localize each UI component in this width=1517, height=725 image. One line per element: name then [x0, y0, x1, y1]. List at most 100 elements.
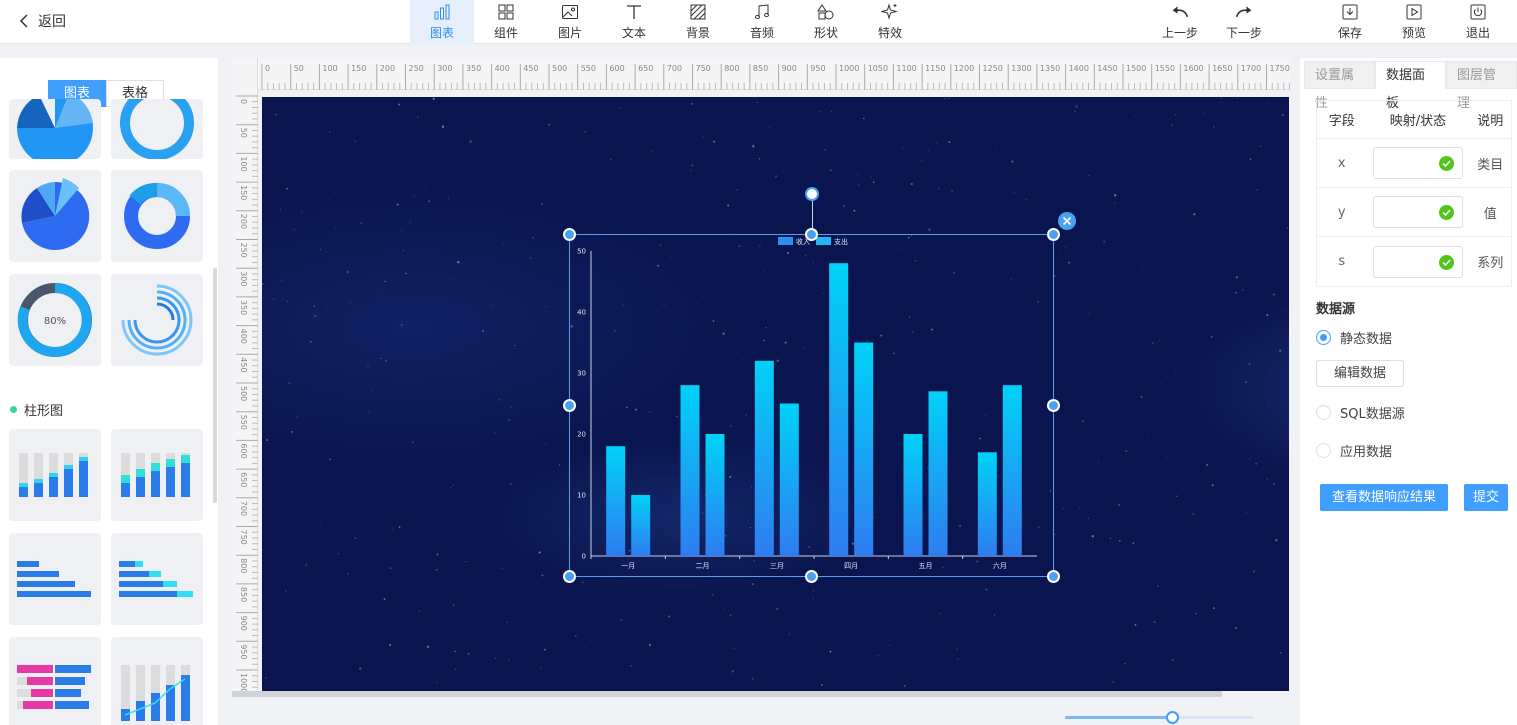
tool-component[interactable]: 组件 [474, 0, 538, 44]
horizontal-bar-icon [17, 561, 91, 597]
tool-text[interactable]: 文本 [602, 0, 666, 44]
preview-label: 预览 [1401, 26, 1426, 40]
resize-handle-bottom-right[interactable] [1047, 570, 1060, 583]
ruler-label: 1150 [925, 64, 945, 73]
header-mapping: 映射/状态 [1389, 114, 1447, 129]
mapping-input-x[interactable] [1372, 147, 1463, 179]
resize-handle-top-left[interactable] [563, 228, 576, 241]
ruler-left: 0 50 100 150 200 250 300 350 400 450 500 550 600 650 7… [232, 58, 258, 722]
field-desc: 值 [1483, 206, 1497, 222]
ruler-label: 1350 [1040, 64, 1060, 73]
back-button[interactable]: 返回 [18, 11, 66, 31]
play-icon [1406, 4, 1422, 20]
chart-thumb-rose-pie[interactable] [9, 170, 101, 262]
ruler-label: 0 [265, 64, 270, 73]
exit-button[interactable]: 退出 [1446, 0, 1510, 44]
resize-handle-bottom-left[interactable] [563, 570, 576, 583]
resize-handle-left[interactable] [563, 399, 576, 412]
submit-button[interactable]: 提交 [1464, 484, 1508, 511]
radio-static-label: 静态数据 [1340, 332, 1393, 347]
chart-thumb-ring[interactable] [111, 99, 203, 159]
tool-image[interactable]: 图片 [538, 0, 602, 44]
ruler-label: 850 [239, 587, 248, 602]
ruler-label: 900 [782, 64, 797, 73]
check-circle-icon [1438, 156, 1454, 171]
ruler-label: 1300 [1011, 64, 1031, 73]
mapping-input-y[interactable] [1372, 196, 1463, 228]
field-name: y [1337, 204, 1346, 220]
tool-chart[interactable]: 图表 [410, 0, 474, 44]
resize-handle-bottom[interactable] [805, 570, 818, 583]
ruler-label: 550 [239, 415, 248, 430]
ruler-label: 250 [239, 243, 248, 258]
resize-handle-top[interactable] [805, 228, 818, 241]
undo-button[interactable]: 上一步 [1148, 0, 1212, 44]
canvas-horizontal-scrollbar[interactable] [232, 691, 1222, 697]
save-button[interactable]: 保存 [1318, 0, 1382, 44]
chart-thumb-hbar[interactable] [9, 533, 101, 625]
edit-data-button[interactable]: 编辑数据 [1316, 360, 1404, 387]
chart-thumb-hbar-stacked[interactable] [111, 533, 203, 625]
ruler-label: 650 [239, 472, 248, 487]
tool-effect-label: 特效 [877, 26, 902, 40]
zoom-slider-track[interactable] [1065, 716, 1253, 719]
chart-thumb-radial-bar[interactable] [111, 274, 203, 366]
ruler-label: 1450 [1097, 64, 1117, 73]
chart-thumb-bar-stacked[interactable] [111, 429, 203, 521]
ruler-label: 300 [239, 271, 248, 286]
tool-audio[interactable]: 音频 [730, 0, 794, 44]
ruler-label: 550 [581, 64, 596, 73]
check-circle-icon [1438, 254, 1454, 270]
donut-chart-icon [124, 183, 190, 249]
library-scrollbar[interactable] [213, 268, 217, 503]
radio-circle [1316, 443, 1331, 458]
rotate-handle[interactable] [805, 187, 819, 201]
mapping-input-s[interactable] [1372, 245, 1463, 278]
ruler-label: 400 [239, 329, 248, 344]
chart-thumb-bar-basic[interactable] [9, 429, 101, 521]
insert-tools: 图表 组件 图片 文本 背景 音频 形状 特效 [410, 0, 922, 44]
chart-thumb-donut[interactable] [111, 170, 203, 262]
delete-widget-button[interactable] [1058, 212, 1076, 230]
ruler-label: 600 [239, 443, 248, 458]
zoom-slider-knob[interactable] [1166, 711, 1179, 724]
ruler-label: 900 [239, 616, 248, 631]
ruler-label: 200 [380, 64, 395, 73]
bar-chart-stacked-icon [121, 453, 190, 497]
radio-app-data[interactable]: 应用数据 [1316, 441, 1392, 460]
radio-static-data[interactable]: 静态数据 [1316, 328, 1392, 347]
section-title: 柱形图 [24, 404, 64, 419]
ruler-label: 450 [523, 64, 538, 73]
field-desc: 类目 [1477, 157, 1504, 173]
ruler-label: 500 [239, 386, 248, 401]
tab-data-panel[interactable]: 数据面板 [1375, 61, 1446, 111]
datasource-title: 数据源 [1316, 302, 1356, 317]
top-toolbar: 返回 图表 组件 图片 文本 背景 音频 形状 特效 上一步 下一步 保存 预览… [0, 0, 1517, 44]
back-label: 返回 [38, 14, 66, 30]
chart-thumb-gauge-ring[interactable]: 80% [9, 274, 101, 366]
gauge-ring-icon: 80% [17, 283, 92, 357]
radial-bar-icon [121, 284, 193, 356]
radio-circle [1316, 405, 1331, 420]
chart-thumb-pie[interactable] [9, 99, 101, 159]
resize-handle-right[interactable] [1047, 399, 1060, 412]
check-circle-icon [1438, 205, 1454, 220]
ruler-label: 1750 [1270, 64, 1290, 73]
preview-button[interactable]: 预览 [1382, 0, 1446, 44]
tool-background[interactable]: 背景 [666, 0, 730, 44]
tab-layers[interactable]: 图层管理 [1446, 61, 1517, 111]
file-actions: 保存 预览 退出 [1318, 0, 1510, 44]
ruler-label: 100 [239, 156, 248, 171]
tool-effect[interactable]: 特效 [858, 0, 922, 44]
properties-panel: 设置属性 数据面板 图层管理 字段 映射/状态 说明 x 类目 y 值 s 系列… [1300, 58, 1517, 725]
chart-thumb-bidirectional[interactable] [9, 637, 101, 725]
redo-button[interactable]: 下一步 [1212, 0, 1276, 44]
field-name: s [1338, 254, 1346, 269]
ruler-label: 450 [239, 357, 248, 372]
radio-sql-datasource[interactable]: SQL数据源 [1316, 403, 1405, 422]
tool-shape[interactable]: 形状 [794, 0, 858, 44]
view-response-button[interactable]: 查看数据响应结果 [1320, 484, 1448, 511]
chart-thumb-bar-line[interactable] [111, 637, 203, 725]
history-group: 上一步 下一步 [1148, 0, 1276, 44]
tab-settings[interactable]: 设置属性 [1304, 61, 1375, 111]
